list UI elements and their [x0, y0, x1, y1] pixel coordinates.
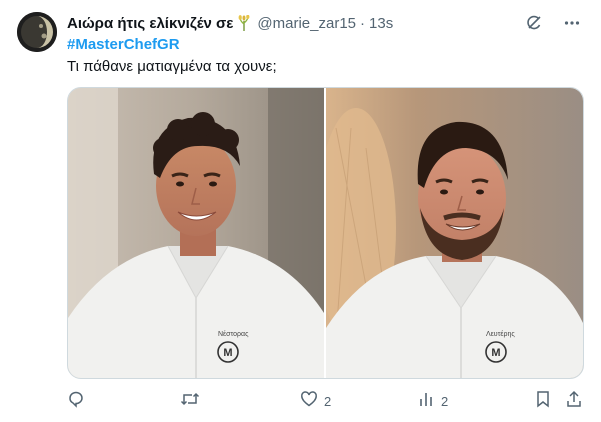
views-bar-chart-icon	[417, 390, 435, 413]
hashtag-link[interactable]: #MasterChefGR	[67, 36, 180, 53]
svg-text:M: M	[223, 347, 232, 359]
svg-text:M: M	[491, 347, 500, 359]
timestamp[interactable]: 13s	[369, 15, 393, 32]
tweet-text: Τι πάθανε ματιαγμένα τα χουνε;	[67, 58, 277, 75]
tweet-card[interactable]: Αιώρα ήτις ελίκνιζέν σε @marie_zar15 · 1…	[0, 0, 601, 422]
retweet-button[interactable]	[180, 390, 206, 412]
reply-icon	[67, 390, 85, 413]
apron-name-left: Νέστορας	[218, 330, 249, 338]
heart-icon	[300, 390, 318, 413]
separator-dot: ·	[360, 14, 366, 32]
sheaf-of-rice-icon	[237, 14, 251, 31]
views-count: 2	[441, 393, 449, 409]
author-name[interactable]: Αιώρα ήτις ελίκνιζέν σε	[67, 15, 233, 32]
bookmark-icon	[535, 390, 551, 413]
reply-button[interactable]	[67, 390, 91, 412]
like-count: 2	[324, 393, 332, 409]
action-bar: 2 2	[67, 390, 582, 412]
bookmark-button[interactable]	[535, 390, 551, 412]
retweet-icon	[180, 390, 200, 413]
share-button[interactable]	[565, 390, 583, 412]
tweet-header: Αιώρα ήτις ελίκνιζέν σε @marie_zar15 · 1…	[67, 12, 581, 34]
like-button[interactable]: 2	[300, 390, 331, 412]
views-button[interactable]: 2	[417, 390, 448, 412]
contestant-photo-left[interactable]: Νέστορας M	[68, 88, 324, 378]
share-icon	[565, 390, 583, 413]
more-dots-icon[interactable]	[563, 14, 581, 32]
author-avatar[interactable]	[17, 12, 57, 52]
author-handle[interactable]: @marie_zar15	[257, 15, 356, 32]
grok-icon[interactable]	[525, 14, 543, 32]
header-actions	[525, 12, 581, 34]
apron-name-right: Λευτέρης	[486, 330, 515, 338]
contestant-photo-right[interactable]: Λευτέρης M	[326, 88, 583, 378]
media-grid: Νέστορας M Λευτέρης M	[67, 87, 584, 379]
